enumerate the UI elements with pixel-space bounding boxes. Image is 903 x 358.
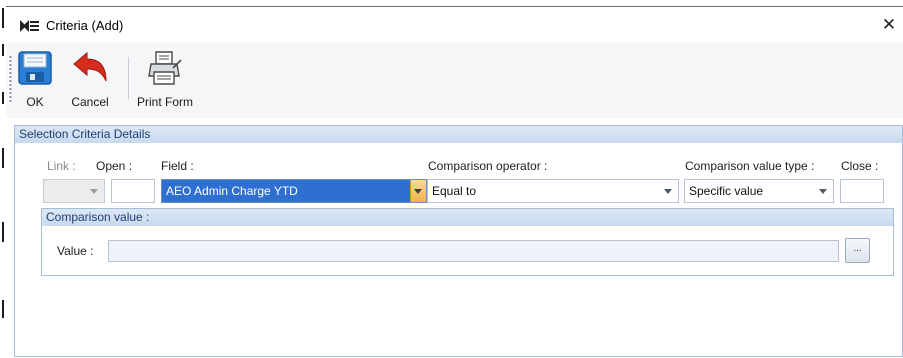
toolbar-separator <box>128 57 129 99</box>
save-icon <box>15 48 55 88</box>
field-value: AEO Admin Charge YTD <box>162 180 410 202</box>
comparison-value-type-label: Comparison value type : <box>685 159 815 173</box>
field-label: Field : <box>161 159 194 173</box>
undo-arrow-icon <box>70 48 110 88</box>
toolbar: OK Cancel Print Form <box>6 43 903 118</box>
title-bar: Criteria (Add) ✕ <box>6 7 903 43</box>
chevron-down-icon <box>414 189 422 194</box>
close-icon[interactable]: ✕ <box>877 14 901 36</box>
comparison-operator-value: Equal to <box>432 184 477 198</box>
link-label: Link : <box>47 159 76 173</box>
cancel-label: Cancel <box>71 95 109 109</box>
link-dropdown[interactable] <box>43 179 105 203</box>
comparison-value-type-value: Specific value <box>689 184 764 198</box>
chevron-down-icon <box>819 189 827 194</box>
field-dropdown[interactable]: AEO Admin Charge YTD <box>161 179 427 203</box>
open-label: Open : <box>96 159 133 173</box>
chevron-down-icon <box>664 189 672 194</box>
comparison-value-type-dropdown[interactable]: Specific value <box>684 179 834 203</box>
print-form-button[interactable]: Print Form <box>137 48 193 109</box>
close-field[interactable] <box>840 179 884 203</box>
ok-label: OK <box>26 95 44 109</box>
browse-button[interactable]: ... <box>845 238 870 263</box>
value-label: Value : <box>57 244 94 258</box>
window-title: Criteria (Add) <box>46 18 124 33</box>
chevron-down-icon <box>90 189 98 194</box>
selection-criteria-panel: Selection Criteria Details Link : Open :… <box>14 125 903 357</box>
close-label: Close : <box>841 159 879 173</box>
print-form-label: Print Form <box>137 95 194 109</box>
selection-criteria-header: Selection Criteria Details <box>15 126 902 143</box>
ok-button[interactable]: OK <box>15 48 55 109</box>
toolbar-grip[interactable] <box>9 55 12 103</box>
cancel-button[interactable]: Cancel <box>70 48 110 109</box>
comparison-value-header: Comparison value : <box>42 209 893 226</box>
open-field[interactable] <box>111 179 155 203</box>
comparison-operator-dropdown[interactable]: Equal to <box>427 179 679 203</box>
field-dropdown-button[interactable] <box>410 180 426 202</box>
value-input[interactable] <box>108 240 839 262</box>
print-form-icon <box>145 48 185 88</box>
comparison-operator-label: Comparison operator : <box>428 159 548 173</box>
comparison-value-panel: Comparison value : Value : ... <box>41 208 894 276</box>
criteria-icon <box>20 20 39 32</box>
